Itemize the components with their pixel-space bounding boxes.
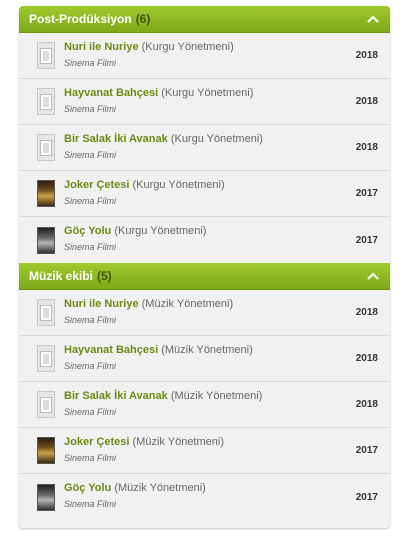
list-item[interactable]: Göç Yolu (Müzik Yönetmeni) Sinema Filmi … [19, 474, 390, 520]
film-title-link[interactable]: Göç Yolu [64, 225, 111, 237]
chevron-up-icon[interactable] [366, 12, 380, 26]
film-role: (Kurgu Yönetmeni) [141, 40, 234, 53]
film-title-link[interactable]: Hayvanat Bahçesi [64, 344, 158, 356]
film-type: Sinema Filmi [64, 406, 117, 417]
film-title-link[interactable]: Hayvanat Bahçesi [64, 87, 158, 99]
film-type: Sinema Filmi [64, 499, 117, 509]
film-year: 2017 [355, 234, 378, 246]
film-title-link[interactable]: Joker Çetesi [64, 179, 129, 191]
film-placeholder-icon [37, 391, 55, 418]
list-item[interactable]: Hayvanat Bahçesi (Müzik Yönetmeni) Sinem… [19, 336, 390, 382]
film-title-link[interactable]: Bir Salak İki Avanak [64, 133, 168, 145]
film-year: 2018 [355, 307, 378, 318]
film-role: (Kurgu Yönetmeni) [114, 225, 207, 237]
film-year: 2017 [355, 491, 378, 503]
film-type: Sinema Filmi [64, 242, 117, 252]
film-year: 2018 [355, 353, 378, 364]
list-item[interactable]: Hayvanat Bahçesi (Kurgu Yönetmeni) Sinem… [19, 79, 390, 125]
list-item[interactable]: Nuri ile Nuriye (Kurgu Yönetmeni) Sinema… [19, 33, 390, 79]
film-title-link[interactable]: Bir Salak İki Avanak [64, 390, 168, 402]
film-type: Sinema Filmi [64, 195, 117, 206]
film-type: Sinema Filmi [64, 149, 117, 160]
film-year: 2018 [355, 399, 378, 410]
film-type: Sinema Filmi [64, 103, 117, 114]
film-placeholder-icon [37, 134, 55, 161]
film-role: (Kurgu Yönetmeni) [161, 86, 254, 99]
film-placeholder-icon [37, 299, 55, 326]
film-year: 2018 [355, 142, 378, 153]
film-year: 2018 [355, 50, 378, 61]
film-title-link[interactable]: Göç Yolu [64, 482, 111, 494]
section-count: (5) [97, 269, 112, 283]
film-year: 2017 [355, 445, 378, 456]
film-type: Sinema Filmi [64, 452, 117, 463]
film-placeholder-icon [37, 88, 55, 115]
movie-poster-image [37, 483, 55, 511]
section-header-music-team[interactable]: Müzik ekibi (5) [19, 263, 390, 290]
film-type: Sinema Filmi [64, 57, 117, 68]
film-title-link[interactable]: Joker Çetesi [64, 436, 129, 448]
film-role: (Müzik Yönetmeni) [132, 435, 225, 448]
film-role: (Kurgu Yönetmeni) [132, 178, 225, 191]
movie-poster-image [37, 437, 55, 464]
section-title: Müzik ekibi [29, 269, 94, 283]
film-placeholder-icon [37, 345, 55, 372]
film-year: 2017 [355, 188, 378, 199]
film-year: 2018 [355, 96, 378, 107]
section-header-post-production[interactable]: Post-Prodüksiyon (6) [19, 6, 390, 33]
list-item[interactable]: Göç Yolu (Kurgu Yönetmeni) Sinema Filmi … [19, 217, 390, 263]
list-item[interactable]: Bir Salak İki Avanak (Müzik Yönetmeni) S… [19, 382, 390, 428]
list-item[interactable]: Joker Çetesi (Müzik Yönetmeni) Sinema Fi… [19, 428, 390, 474]
film-role: (Kurgu Yönetmeni) [170, 132, 263, 145]
film-type: Sinema Filmi [64, 314, 117, 325]
film-placeholder-icon [37, 42, 55, 69]
section-count: (6) [135, 12, 151, 26]
chevron-up-icon[interactable] [366, 269, 380, 283]
movie-poster-image [37, 226, 55, 254]
film-title-link[interactable]: Nuri ile Nuriye [64, 41, 139, 53]
filmography-panel: Post-Prodüksiyon (6) Nuri ile Nuriye (Ku… [19, 6, 390, 528]
section-title: Post-Prodüksiyon [29, 12, 132, 26]
film-role: (Müzik Yönetmeni) [170, 389, 263, 402]
list-item[interactable]: Nuri ile Nuriye (Müzik Yönetmeni) Sinema… [19, 290, 390, 336]
list-item[interactable]: Joker Çetesi (Kurgu Yönetmeni) Sinema Fi… [19, 171, 390, 217]
film-type: Sinema Filmi [64, 360, 117, 371]
film-role: (Müzik Yönetmeni) [141, 297, 234, 310]
movie-poster-image [37, 180, 55, 207]
film-role: (Müzik Yönetmeni) [161, 343, 253, 356]
list-item[interactable]: Bir Salak İki Avanak (Kurgu Yönetmeni) S… [19, 125, 390, 171]
film-role: (Müzik Yönetmeni) [114, 482, 206, 494]
film-title-link[interactable]: Nuri ile Nuriye [64, 298, 139, 310]
